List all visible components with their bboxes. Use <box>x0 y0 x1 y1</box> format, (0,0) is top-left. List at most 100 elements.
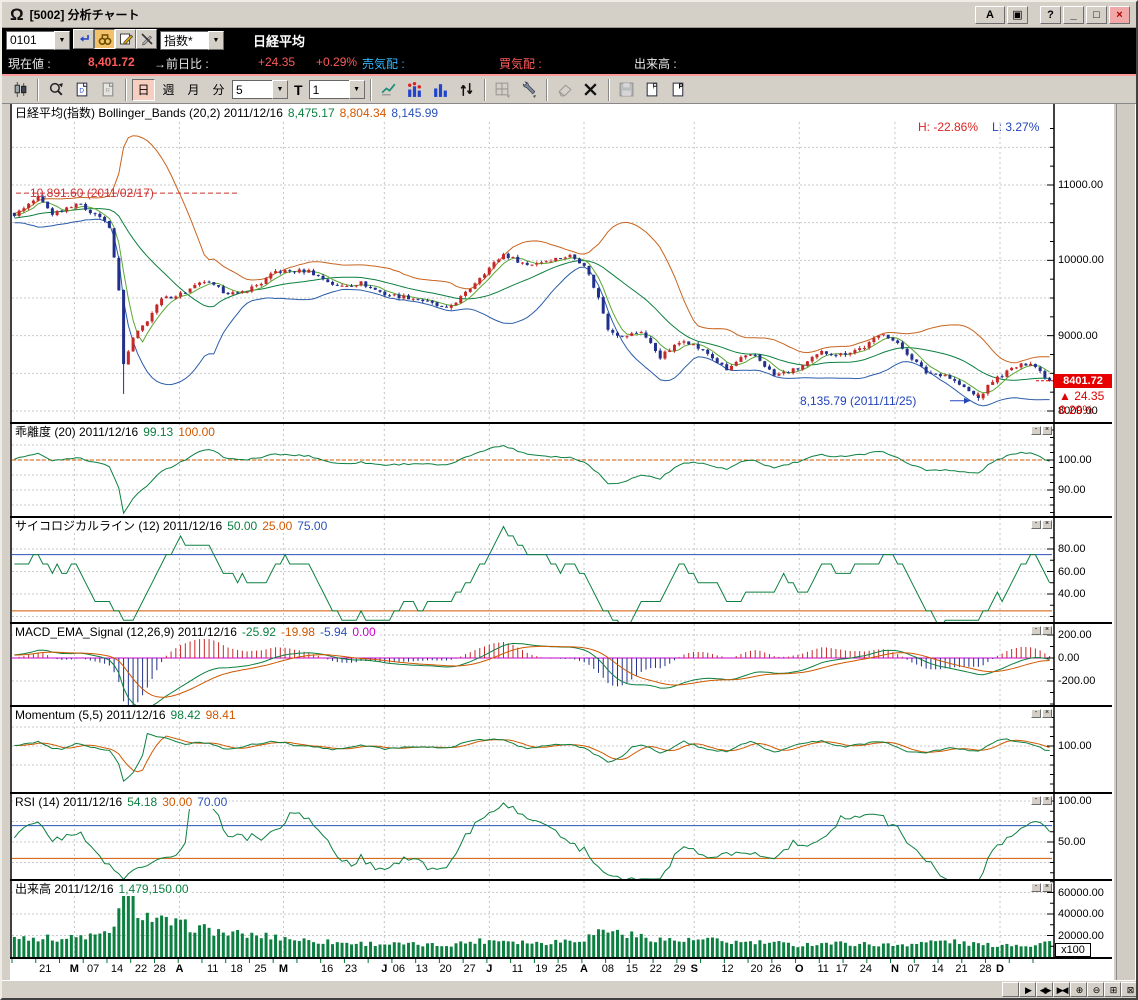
quote-bar: 現在値 : 8,401.72 →前日比 : +24.35 +0.29% 売気配 … <box>2 52 1136 72</box>
symbol-code-input[interactable] <box>6 30 54 50</box>
rsi-panel-minimize-button[interactable]: - <box>1031 796 1041 805</box>
zoom-out-button[interactable]: ⊖ <box>1087 982 1104 997</box>
x-axis-label: 07 <box>86 963 100 975</box>
period-daily-button[interactable]: 日 <box>132 78 155 101</box>
toolbar-separator <box>37 78 39 101</box>
high-annotation: 10,891.60 (2011/02/17) <box>30 186 154 200</box>
settings-tools-button[interactable] <box>516 77 541 102</box>
zoom-in-button[interactable]: ⊕ <box>1070 982 1087 997</box>
volume-ytick: 60000.00 <box>1058 886 1104 899</box>
no-draw-icon <box>138 32 155 46</box>
rsi-panel-header: RSI (14) 2011/12/16 54.18 30.00 70.00 <box>13 795 230 809</box>
compress-horizontal-button[interactable]: ▶◀ <box>1053 982 1070 997</box>
toolbar-separator <box>607 78 610 101</box>
chart-canvas[interactable] <box>2 104 1114 980</box>
grid-view-button[interactable]: ⊞ <box>1104 982 1121 997</box>
minute-interval-select-arrow[interactable]: ▼ <box>272 80 288 99</box>
x-axis-label: 15 <box>625 963 638 975</box>
psych-ytick: 60.00 <box>1058 565 1086 578</box>
rsi-panel-close-button[interactable]: × <box>1042 796 1052 805</box>
category-select[interactable]: 指数* <box>160 30 208 50</box>
scroll-right-button[interactable]: ▶ <box>1019 982 1036 997</box>
window: Ω [5002] 分析チャート A ▣ ? _ □ × ▼ 指数* ▼ 日経平均… <box>0 0 1138 1000</box>
symbol-code-dropdown[interactable]: ▼ <box>54 30 70 50</box>
change-value: +24.35 <box>258 55 296 69</box>
current-price-label: 現在値 : <box>8 57 51 71</box>
x-axis-label: A <box>175 963 184 975</box>
kairi-panel-header: 乖離度 (20) 2011/12/16 99.13 100.00 <box>13 425 217 439</box>
psych-panel-close-button[interactable]: × <box>1042 520 1052 529</box>
font-button[interactable]: A <box>975 5 1005 24</box>
current-price-change: ▲ 24.35 <box>1059 388 1105 403</box>
titlebar-buttons: A ▣ ? _ □ × <box>975 5 1136 24</box>
minimize-button[interactable]: _ <box>1063 5 1084 24</box>
change-pct-value: +0.29% <box>316 55 358 69</box>
enter-button[interactable] <box>73 28 94 49</box>
x-axis-label: 29 <box>673 963 686 975</box>
scroll-handle-button[interactable] <box>1002 982 1019 997</box>
window-title: [5002] 分析チャート <box>29 8 140 22</box>
macd-panel-close-button[interactable]: × <box>1042 626 1052 635</box>
copy-window-button[interactable]: ▣ <box>1007 5 1028 24</box>
page-copy2-icon: R <box>99 81 117 98</box>
x-axis-label: S <box>690 963 698 975</box>
delete-x-icon <box>582 81 600 98</box>
delete-all-button[interactable] <box>578 77 603 102</box>
right-scrollbar[interactable] <box>1116 104 1136 980</box>
x-axis-label: 27 <box>463 963 476 975</box>
psych-ytick: 40.00 <box>1058 588 1086 600</box>
volume-panel-minimize-button[interactable]: - <box>1031 883 1041 892</box>
chart-style-button[interactable] <box>8 77 32 102</box>
close-chart-button[interactable]: ⊠ <box>1121 982 1136 997</box>
maximize-button[interactable]: □ <box>1086 5 1107 24</box>
x-axis-label: J <box>486 963 493 975</box>
kairi-panel-close-button[interactable]: × <box>1042 426 1052 435</box>
enter-arrow-icon <box>75 32 92 46</box>
x-axis-label: 21 <box>39 963 52 975</box>
x-axis-label: 28 <box>153 963 166 975</box>
x-axis-label: 16 <box>320 963 334 975</box>
momentum-panel-close-button[interactable]: × <box>1042 709 1052 718</box>
save-button <box>614 77 639 102</box>
momentum-panel-minimize-button[interactable]: - <box>1031 709 1041 718</box>
help-button[interactable]: ? <box>1040 5 1061 24</box>
kairi-panel-minimize-button[interactable]: - <box>1031 426 1041 435</box>
period-monthly-button[interactable]: 月 <box>182 78 205 101</box>
momentum-panel-header: Momentum (5,5) 2011/12/16 98.42 98.41 <box>13 708 238 722</box>
tick-count-select[interactable]: 1 <box>308 80 349 99</box>
psych-panel-minimize-button[interactable]: - <box>1031 520 1041 529</box>
print-button[interactable]: P <box>666 77 691 102</box>
high-low-percent: H: -22.86% L: 3.27% <box>918 120 1040 134</box>
arrows-updown-icon <box>458 81 476 98</box>
page-p1-icon: P <box>644 81 662 98</box>
macd-panel-minimize-button[interactable]: - <box>1031 626 1041 635</box>
volume-toggle-button[interactable] <box>428 77 453 102</box>
volume-panel-close-button[interactable]: × <box>1042 883 1052 892</box>
volume-ytick: 40000.00 <box>1058 908 1104 920</box>
trendline-button[interactable] <box>376 77 401 102</box>
eraser-button <box>552 77 577 102</box>
svg-text:D: D <box>79 88 84 95</box>
tools-icon <box>520 81 538 98</box>
drawing-off-button[interactable] <box>136 28 157 49</box>
minute-interval-select[interactable]: 5 <box>232 80 272 99</box>
search-binoculars-button[interactable] <box>94 28 115 49</box>
x-axis-label: N <box>890 963 899 975</box>
chart-toolbar: D R 日週月分 5 ▼ T 1 ▼ P P <box>2 76 1136 104</box>
zoom-select-button[interactable] <box>44 77 68 102</box>
momentum-ytick: 100.00 <box>1058 740 1092 752</box>
x-axis-label: 22 <box>134 963 148 975</box>
period-minute-button[interactable]: 分 <box>207 78 230 101</box>
scale-toggle-button[interactable] <box>454 77 479 102</box>
close-button[interactable]: × <box>1109 5 1130 24</box>
new-page-button[interactable]: D <box>70 77 94 102</box>
category-dropdown[interactable]: ▼ <box>208 30 224 50</box>
toolbar-separator <box>483 78 486 101</box>
print-preview-button[interactable]: P <box>640 77 665 102</box>
x-axis-label: 17 <box>835 963 849 975</box>
indicator-add-button[interactable] <box>402 77 427 102</box>
expand-horizontal-button[interactable]: ◀▶ <box>1036 982 1053 997</box>
period-weekly-button[interactable]: 週 <box>157 78 180 101</box>
tick-count-select-arrow[interactable]: ▼ <box>348 80 365 99</box>
memo-edit-button[interactable] <box>115 28 136 49</box>
